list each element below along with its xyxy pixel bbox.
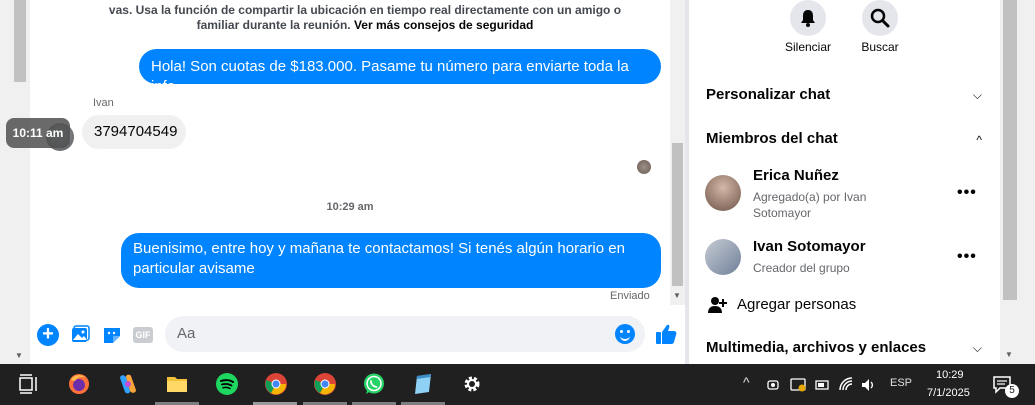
clock-date[interactable]: 7/1/2025	[927, 387, 970, 399]
safety-tips-link[interactable]: Ver más consejos de seguridad	[354, 18, 533, 32]
chrome-icon[interactable]	[264, 372, 288, 396]
member-name[interactable]: Ivan Sotomayor	[753, 238, 866, 255]
gear-icon[interactable]	[460, 372, 484, 396]
input-language[interactable]: ESP	[890, 377, 912, 389]
whatsapp-icon[interactable]	[362, 372, 386, 396]
scroll-down-arrow[interactable]: ▼	[673, 291, 681, 300]
emoji-icon[interactable]	[615, 324, 635, 344]
volume-icon[interactable]	[860, 376, 878, 394]
search-icon	[870, 8, 890, 28]
clock-time[interactable]: 10:29	[936, 369, 964, 381]
add-people-button[interactable]: Agregar personas	[737, 296, 856, 313]
media-files-links-section[interactable]: Multimedia, archivos y enlaces	[706, 339, 926, 356]
sender-name: Ivan	[93, 97, 114, 109]
member-name[interactable]: Erica Nuñez	[753, 167, 839, 184]
page-scrollbar[interactable]: ▼	[0, 0, 30, 364]
chrome-icon[interactable]	[313, 372, 337, 396]
member-options-button[interactable]: •••	[957, 184, 977, 202]
screen: ▼ vas. Usa la función de compartir la ub…	[0, 0, 1035, 405]
chevron-up-icon[interactable]: ^	[976, 133, 982, 147]
folder-icon[interactable]	[165, 372, 189, 396]
copilot-icon[interactable]	[116, 372, 140, 396]
delivery-status: Enviado	[610, 290, 650, 302]
taskbar: ^ ESP 10:29 7/1/2025 5	[0, 364, 1035, 405]
chat-info-panel: Silenciar Buscar Personalizar chat ⌵ Mie…	[689, 0, 1000, 364]
add-person-icon[interactable]	[706, 294, 728, 316]
search-button[interactable]	[862, 0, 898, 36]
sticker-icon[interactable]	[101, 324, 123, 346]
chat-scrollbar-thumb[interactable]	[672, 143, 683, 286]
outgoing-message[interactable]: Hola! Son cuotas de $183.000. Pasame tu …	[139, 49, 661, 95]
chevron-up-icon[interactable]: ^	[743, 374, 750, 390]
member-avatar[interactable]	[705, 239, 741, 275]
camera-icon[interactable]	[765, 376, 783, 394]
message-timestamp: 10:29 am	[326, 201, 374, 213]
member-subtitle: Creador del grupo	[753, 261, 850, 275]
chevron-down-icon[interactable]: ⌵	[973, 341, 982, 356]
battery-icon[interactable]	[813, 376, 831, 394]
chevron-down-icon[interactable]: ⌵	[973, 88, 982, 103]
image-icon[interactable]	[69, 324, 91, 346]
safety-notice: vas. Usa la función de compartir la ubic…	[90, 3, 640, 33]
bell-icon	[801, 10, 815, 27]
notepad-icon[interactable]	[411, 372, 435, 396]
message-time-tooltip: 10:11 am	[6, 118, 70, 148]
message-input[interactable]: Aa	[165, 316, 645, 352]
page-scrollbar-thumb[interactable]	[14, 0, 26, 82]
scroll-down-arrow[interactable]: ▼	[15, 351, 23, 360]
customize-chat-section[interactable]: Personalizar chat	[706, 86, 830, 103]
thumbs-up-icon[interactable]	[654, 322, 678, 346]
member-subtitle: Agregado(a) por Ivan Sotomayor	[753, 190, 867, 220]
chat-scrollbar[interactable]: ▼	[670, 0, 685, 305]
scroll-down-arrow[interactable]: ▼	[1005, 350, 1013, 359]
security-icon[interactable]	[789, 376, 807, 394]
search-label: Buscar	[861, 40, 899, 54]
spotify-icon[interactable]	[215, 372, 239, 396]
gif-icon[interactable]: GIF	[133, 327, 153, 343]
plus-icon[interactable]: +	[37, 324, 59, 346]
outgoing-message[interactable]: Buenisimo, entre hoy y mañana te contact…	[121, 233, 661, 288]
read-receipt-avatar	[637, 160, 651, 174]
incoming-message[interactable]: 3794704549	[82, 115, 186, 149]
chat-members-section[interactable]: Miembros del chat	[706, 130, 838, 147]
panel-scrollbar[interactable]: ▼	[1000, 0, 1035, 364]
mute-button[interactable]	[790, 0, 826, 36]
task-view-icon[interactable]	[17, 372, 41, 396]
mute-label: Silenciar	[784, 40, 832, 54]
wifi-icon[interactable]	[838, 376, 856, 394]
chat-panel: vas. Usa la función de compartir la ubic…	[6, 0, 685, 364]
member-avatar[interactable]	[705, 175, 741, 211]
member-options-button[interactable]: •••	[957, 248, 977, 266]
firefox-icon[interactable]	[67, 372, 91, 396]
panel-scrollbar-thumb[interactable]	[1003, 0, 1017, 300]
notification-count-badge: 5	[1005, 384, 1019, 398]
